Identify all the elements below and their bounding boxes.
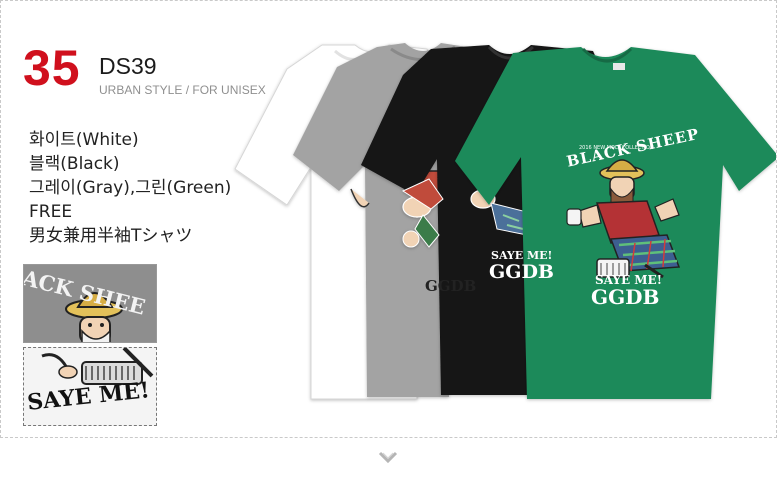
- thumbnail-white-graphic: [24, 348, 156, 425]
- detail-thumbnail-white[interactable]: SAYE ME!: [23, 347, 157, 426]
- chevron-down-icon[interactable]: [378, 451, 398, 465]
- product-number: 35: [23, 40, 81, 96]
- feature-size: FREE: [29, 202, 73, 222]
- feature-color-black: 블랙(Black): [29, 154, 120, 174]
- feature-list: 화이트(White) 블랙(Black) 그레이(Gray),그린(Green)…: [29, 128, 231, 248]
- product-code: DS39: [99, 53, 157, 79]
- thumbnail-gray-graphic: [24, 265, 156, 342]
- product-panel: 35 DS39 URBAN STYLE / FOR UNISEX 화이트(Whi…: [0, 0, 777, 438]
- detail-thumbnail-gray[interactable]: ACK SHEE: [23, 264, 157, 343]
- feature-color-white: 화이트(White): [29, 130, 139, 150]
- feature-description: 男女兼用半袖Tシャツ: [29, 226, 193, 246]
- tshirt-product-image: 2016 NEW MOLT COLLECTION BLACK SHEEP SAY…: [227, 39, 776, 409]
- tshirts-graphic: [234, 43, 776, 400]
- feature-color-gray-green: 그레이(Gray),그린(Green): [29, 178, 232, 198]
